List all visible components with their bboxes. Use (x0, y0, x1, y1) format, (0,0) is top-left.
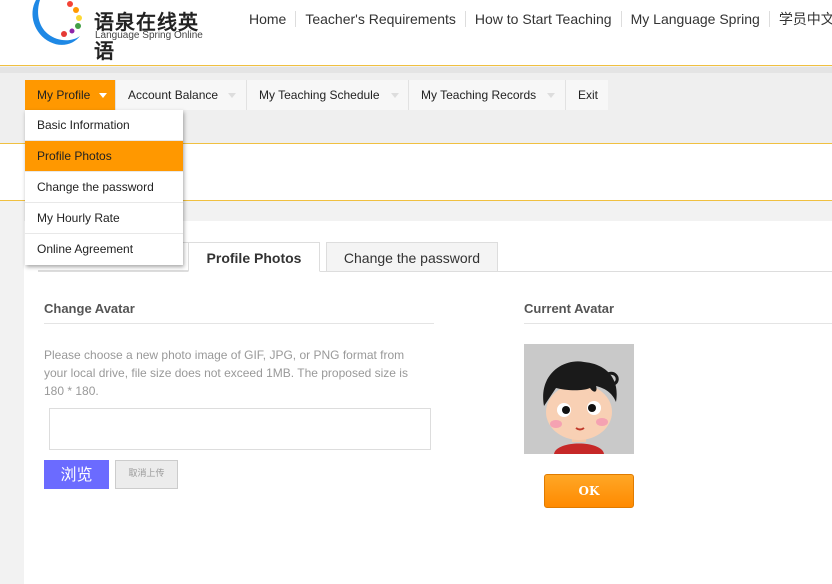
tab-profile-photos-label: Profile Photos (206, 250, 302, 266)
nav-how-to-start-teaching[interactable]: How to Start Teaching (466, 11, 622, 27)
tab-profile-photos[interactable]: Profile Photos (188, 242, 320, 272)
menu-my-profile[interactable]: My Profile (25, 80, 116, 110)
menu-my-teaching-records[interactable]: My Teaching Records (409, 80, 566, 110)
change-avatar-rule (44, 323, 434, 324)
menu-exit-label: Exit (578, 88, 599, 102)
dropdown-basic-information[interactable]: Basic Information (25, 110, 183, 141)
cancel-upload-button[interactable]: 取消上传 (115, 460, 178, 489)
nav-teacher-requirements[interactable]: Teacher's Requirements (296, 11, 466, 27)
caret-down-icon (547, 93, 555, 98)
ok-button[interactable]: OK (544, 474, 634, 508)
upload-hint-text: Please choose a new photo image of GIF, … (44, 348, 408, 398)
main-menu: My Profile Account Balance My Teaching S… (25, 80, 608, 110)
menu-account-balance-label: Account Balance (128, 88, 219, 102)
current-avatar-image (524, 344, 634, 454)
caret-down-icon (228, 93, 236, 98)
menu-account-balance[interactable]: Account Balance (116, 80, 247, 110)
menu-exit[interactable]: Exit (566, 80, 608, 110)
nav-student-chinese[interactable]: 学员中文 (770, 11, 832, 27)
tab-change-password[interactable]: Change the password (326, 242, 498, 272)
logo-swirl-icon (32, 0, 82, 45)
current-avatar-rule (524, 323, 832, 324)
dropdown-online-agreement[interactable]: Online Agreement (25, 234, 183, 265)
logo-english-text: Language Spring Online (95, 30, 203, 41)
tab-change-password-label: Change the password (343, 250, 481, 266)
dropdown-profile-photos[interactable]: Profile Photos (25, 141, 183, 172)
caret-down-icon (391, 93, 399, 98)
nav-home[interactable]: Home (240, 11, 297, 27)
change-avatar-title: Change Avatar (44, 301, 135, 316)
dropdown-change-password[interactable]: Change the password (25, 172, 183, 203)
cartoon-avatar-icon (524, 344, 634, 454)
current-avatar-title: Current Avatar (524, 301, 615, 316)
site-logo[interactable]: 语泉在线英语 Language Spring Online (28, 0, 218, 63)
browse-button[interactable]: 浏览 (44, 460, 109, 489)
menu-my-teaching-records-label: My Teaching Records (421, 88, 537, 102)
menu-my-profile-label: My Profile (37, 88, 91, 102)
file-path-field[interactable] (49, 408, 431, 450)
top-navigation: Home Teacher's Requirements How to Start… (240, 11, 832, 27)
caret-down-icon (99, 93, 107, 98)
nav-my-language-spring[interactable]: My Language Spring (622, 11, 770, 27)
menu-my-teaching-schedule[interactable]: My Teaching Schedule (247, 80, 409, 110)
menu-my-teaching-schedule-label: My Teaching Schedule (259, 88, 380, 102)
dropdown-my-hourly-rate[interactable]: My Hourly Rate (25, 203, 183, 234)
my-profile-dropdown: Basic Information Profile Photos Change … (25, 110, 183, 265)
site-header: 语泉在线英语 Language Spring Online Home Teach… (0, 0, 832, 66)
main-content: Profile Photos Change the password Chang… (24, 221, 832, 584)
